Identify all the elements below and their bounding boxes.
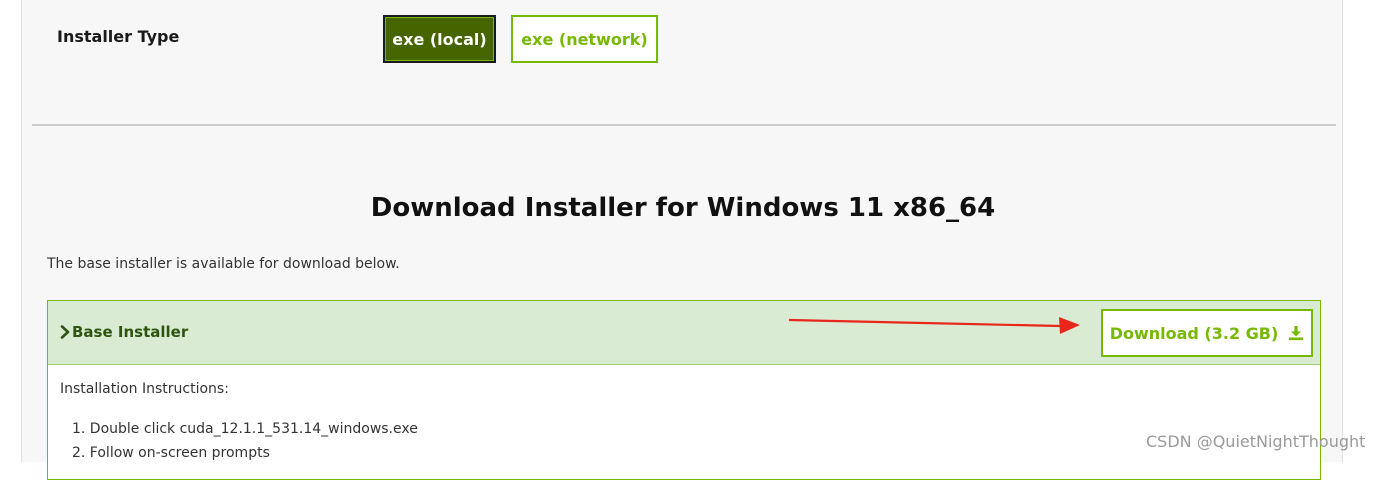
installation-steps-list: 1. Double click cuda_12.1.1_531.14_windo… [72, 417, 418, 465]
chevron-right-icon [60, 325, 70, 339]
installer-selector-panel: Installer Type exe (local) exe (network)… [21, 0, 1343, 480]
download-button-label: Download (3.2 GB) [1109, 323, 1279, 343]
section-divider [32, 124, 1336, 126]
download-button[interactable]: Download (3.2 GB) [1101, 309, 1313, 357]
download-icon [1289, 326, 1304, 341]
download-section-title: Download Installer for Windows 11 x86_64 [370, 193, 996, 223]
option-exe-network-button[interactable]: exe (network) [511, 15, 658, 63]
installation-step: 2. Follow on-screen prompts [72, 445, 270, 461]
base-installer-accordion: Base Installer Download (3.2 GB) Install… [47, 300, 1321, 480]
base-installer-toggle[interactable]: Base Installer [60, 323, 188, 341]
option-exe-local-button[interactable]: exe (local) [383, 15, 496, 63]
base-installer-title: Base Installer [72, 323, 189, 341]
watermark: CSDN @QuietNightThought [1146, 432, 1366, 451]
installation-instructions-label: Installation Instructions: [60, 381, 229, 397]
download-section-description: The base installer is available for down… [47, 256, 400, 272]
installer-type-label: Installer Type [57, 27, 180, 46]
installation-step: 1. Double click cuda_12.1.1_531.14_windo… [72, 421, 418, 437]
annotation-arrow [788, 317, 1080, 334]
base-installer-header: Base Installer Download (3.2 GB) [48, 301, 1320, 365]
